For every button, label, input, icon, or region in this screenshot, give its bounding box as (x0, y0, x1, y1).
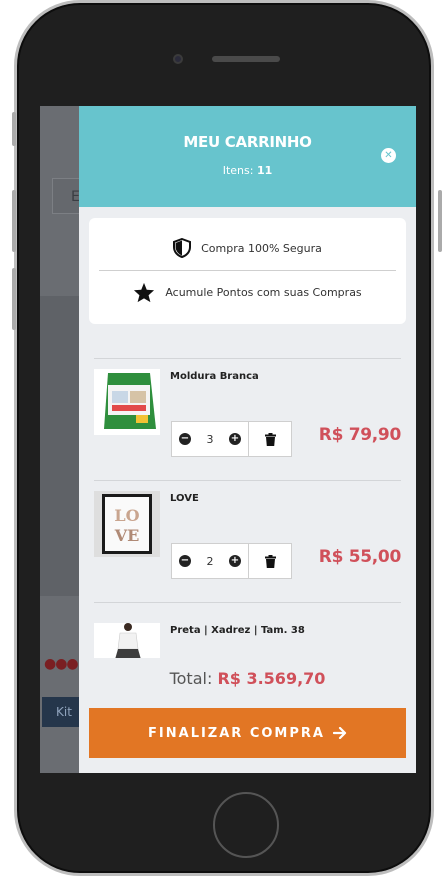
svg-text:LO: LO (114, 506, 139, 525)
trust-box: Compra 100% Segura Acumule Pontos com su… (89, 218, 406, 324)
total-value: R$ 3.569,70 (217, 669, 326, 688)
cart-product: LO VE LOVE − 2 + R$ 55,00 (94, 480, 401, 602)
cart-items-count: Itens: 11 (79, 164, 416, 177)
product-name: Moldura Branca (170, 371, 259, 382)
cart-header: MEU CARRINHO Itens: 11 ✕ (79, 106, 416, 207)
volume-up-button (12, 190, 16, 252)
shield-icon (173, 238, 192, 258)
background-kit-tab: Kit (42, 697, 82, 727)
background-dots: ●●● (44, 656, 79, 672)
trust-divider (99, 270, 396, 271)
quantity-value: 3 (206, 432, 214, 446)
close-icon[interactable]: ✕ (381, 148, 396, 163)
remove-product-button[interactable] (248, 543, 292, 579)
product-image-love[interactable]: LO VE (94, 491, 160, 557)
mute-switch (12, 112, 16, 146)
points-text: Acumule Pontos com suas Compras (165, 286, 362, 299)
decrease-quantity-button[interactable]: − (179, 555, 191, 567)
arrow-right-icon (332, 727, 347, 739)
product-price: R$ 79,90 (318, 425, 401, 445)
total-label: Total: (169, 669, 213, 688)
decrease-quantity-button[interactable]: − (179, 433, 191, 445)
cart-total: Total: R$ 3.569,70 (79, 669, 416, 688)
secure-purchase-row: Compra 100% Segura (89, 238, 406, 258)
cart-title: MEU CARRINHO (183, 133, 312, 151)
cart-product: Moldura Branca − 3 + R$ 79,90 (94, 358, 401, 480)
items-count: 11 (256, 164, 273, 177)
home-button[interactable] (213, 792, 279, 858)
product-price: R$ 55,00 (318, 547, 401, 567)
svg-text:VE: VE (114, 526, 140, 545)
product-image-instax[interactable] (94, 369, 160, 435)
product-name: Preta | Xadrez | Tam. 38 (170, 625, 305, 636)
checkout-label: FINALIZAR COMPRA (148, 725, 325, 741)
power-button (438, 190, 442, 252)
points-row: Acumule Pontos com suas Compras (89, 282, 406, 303)
cart-product: Preta | Xadrez | Tam. 38 (94, 602, 401, 658)
checkout-button[interactable]: FINALIZAR COMPRA (89, 708, 406, 758)
quantity-stepper: − 2 + (171, 543, 249, 579)
trash-icon (264, 554, 276, 568)
background-band (40, 296, 80, 596)
increase-quantity-button[interactable]: + (229, 433, 241, 445)
remove-product-button[interactable] (248, 421, 292, 457)
product-name: LOVE (170, 493, 199, 504)
star-icon (134, 282, 155, 303)
earpiece-speaker (212, 56, 280, 62)
volume-down-button (12, 268, 16, 330)
cart-drawer: MEU CARRINHO Itens: 11 ✕ Compra 100% Seg… (79, 106, 416, 773)
items-label: Itens: (222, 164, 254, 177)
screen: E ●●● Kit MEU CARRINHO Itens: 11 ✕ Compr… (40, 106, 416, 773)
quantity-stepper: − 3 + (171, 421, 249, 457)
secure-purchase-text: Compra 100% Segura (201, 241, 322, 255)
quantity-value: 2 (206, 554, 214, 568)
product-image-dress[interactable] (94, 623, 160, 658)
trash-icon (264, 432, 276, 446)
front-camera (173, 54, 183, 64)
increase-quantity-button[interactable]: + (229, 555, 241, 567)
cart-product-list[interactable]: Moldura Branca − 3 + R$ 79,90 LO VE LOVE… (94, 358, 401, 658)
background-field: E (52, 178, 82, 214)
